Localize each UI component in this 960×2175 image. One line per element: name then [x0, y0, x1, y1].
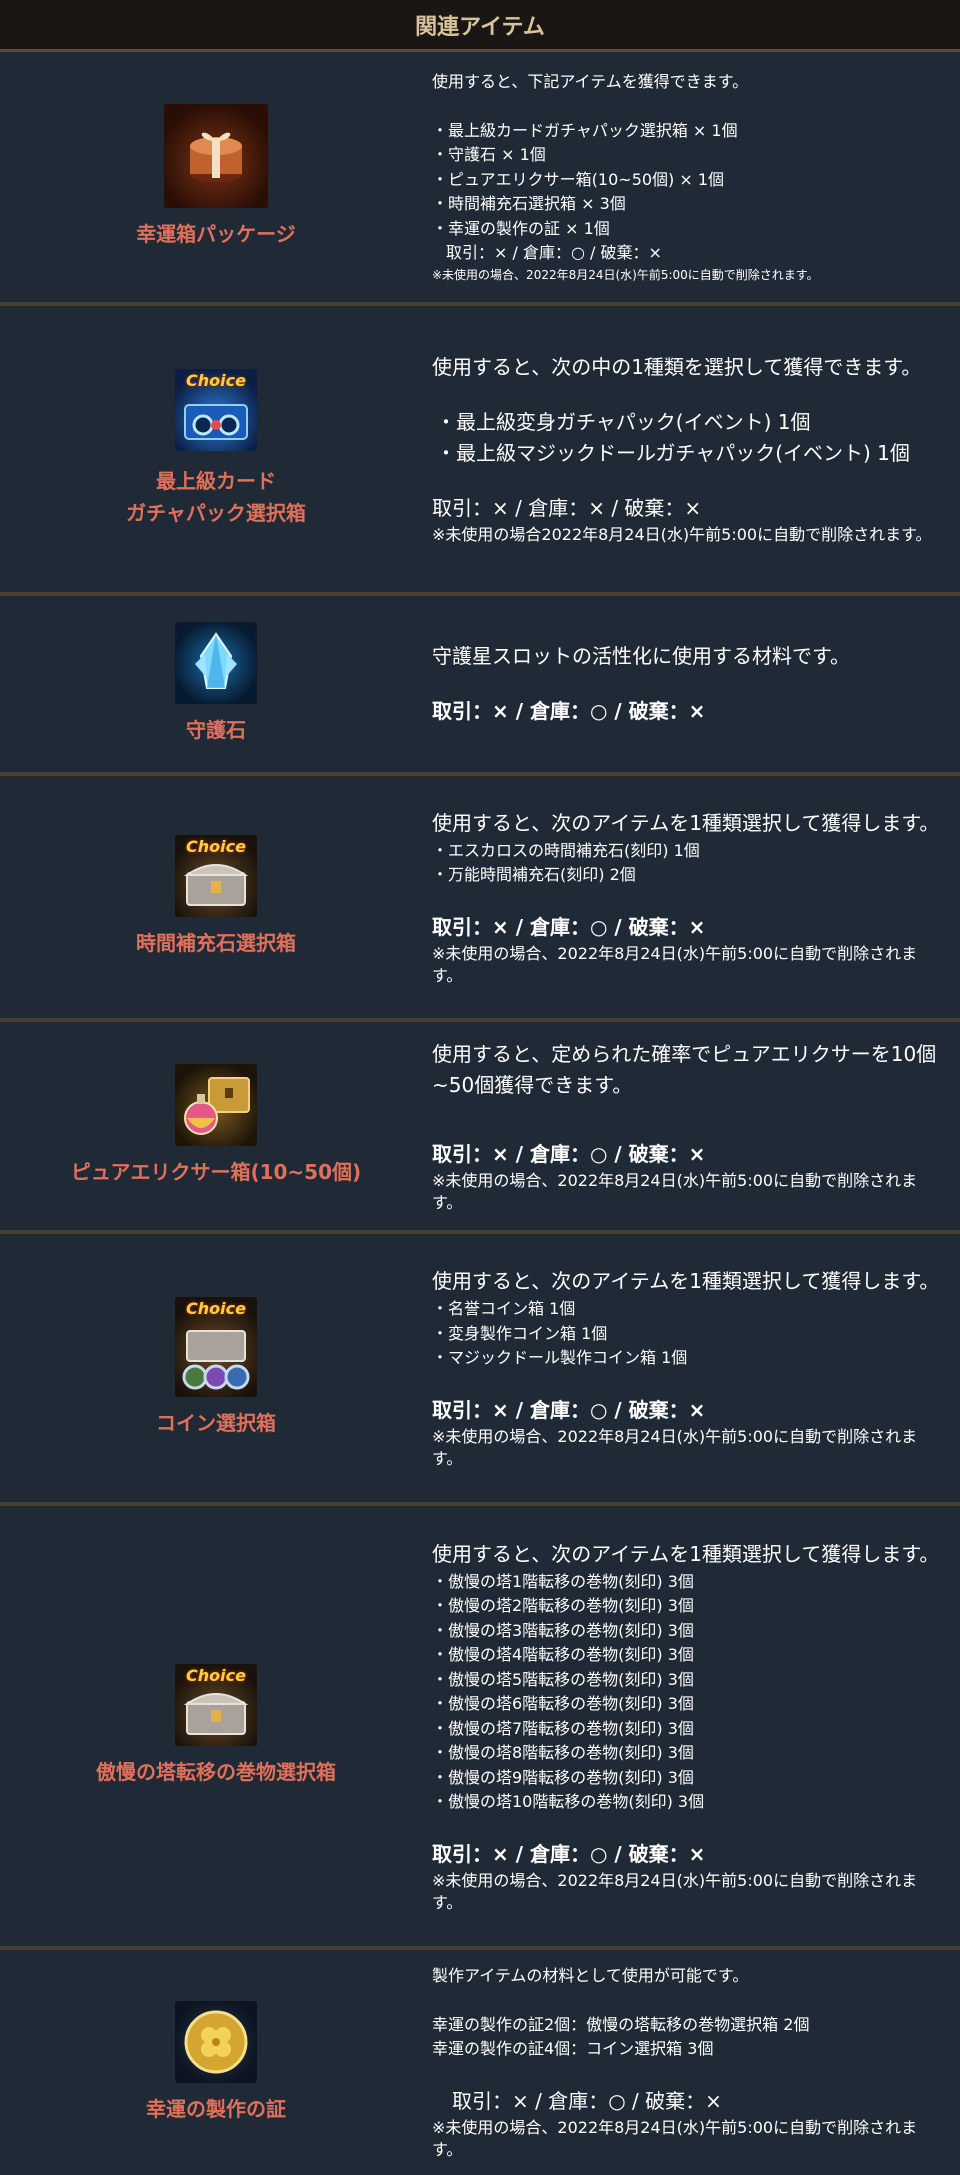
- item-line: ・傲慢の塔7階転移の巻物(刻印) 3個: [432, 1718, 694, 1738]
- item-intro: 使用すると、次のアイテムを1種類選択して獲得します。: [432, 810, 940, 835]
- trade-info: 取引：× / 倉庫：○ / 破棄：×: [446, 243, 662, 263]
- coin-chest-icon: Choice: [175, 1297, 257, 1397]
- choice-label: Choice: [186, 837, 246, 856]
- item-name: 最上級カード ガチャパック選択箱: [126, 465, 306, 529]
- item-line: ・名誉コイン箱 1個: [432, 1299, 576, 1319]
- trade-info: 取引：× / 倉庫：○ / 破棄：×: [432, 1397, 706, 1422]
- item-intro: 使用すると、次のアイテムを1種類選択して獲得します。: [432, 1269, 940, 1294]
- item-line: ・傲慢の塔10階転移の巻物(刻印) 3個: [432, 1792, 705, 1811]
- item-line: ・ピュアエリクサー箱(10~50個) × 1個: [432, 169, 725, 189]
- item-name: ピュアエリクサー箱(10~50個): [70, 1160, 362, 1184]
- item-name: 幸運の製作の証: [146, 2096, 286, 2121]
- trade-info: 取引：× / 倉庫：○ / 破棄：×: [432, 1141, 706, 1166]
- scroll-chest-icon: Choice: [175, 1664, 257, 1746]
- expiry-note: ※未使用の場合、2022年8月24日(水)午前5:00に自動で削除されます。: [432, 1170, 918, 1212]
- item-intro: 製作アイテムの材料として使用が可能です。: [432, 1966, 749, 1986]
- item-description: 使用すると、次のアイテムを1種類選択して獲得します。 ・傲慢の塔1階転移の巻物(…: [432, 1506, 960, 1946]
- item-line: ・傲慢の塔3階転移の巻物(刻印) 3個: [432, 1620, 694, 1640]
- item-row-coin-chest: Choice コイン選択箱 使用すると、次のアイテムを1種類選択して獲得します。…: [0, 1234, 960, 1506]
- expiry-note: ※未使用の場合、2022年8月24日(水)午前5:00に自動で削除されます。: [432, 1426, 918, 1468]
- trade-info: 取引：× / 倉庫：○ / 破棄：×: [432, 699, 706, 723]
- item-name: 守護石: [186, 718, 246, 742]
- expiry-note: ※未使用の場合、2022年8月24日(水)午前5:00に自動で削除されます。: [432, 2117, 918, 2159]
- item-name-line1: 最上級カード: [156, 469, 276, 493]
- item-line: ・傲慢の塔8階転移の巻物(刻印) 3個: [432, 1743, 694, 1762]
- item-line: 幸運の製作の証4個：コイン選択箱 3個: [432, 2039, 714, 2059]
- item-cell-left: Choice コイン選択箱: [0, 1234, 432, 1502]
- expiry-note: ※未使用の場合、2022年8月24日(水)午前5:00に自動で削除されます。: [432, 1870, 918, 1912]
- item-line: 幸運の製作の証2個：傲慢の塔転移の巻物選択箱 2個: [432, 2014, 810, 2034]
- item-line: ・最上級カードガチャパック選択箱 × 1個: [432, 120, 738, 140]
- item-cell-left: Choice 時間補充石選択箱: [0, 776, 432, 1018]
- trade-info: 取引：× / 倉庫：× / 破棄：×: [432, 496, 702, 520]
- item-line: ・マジックドール製作コイン箱 1個: [432, 1348, 688, 1368]
- item-description: 製作アイテムの材料として使用が可能です。 幸運の製作の証2個：傲慢の塔転移の巻物…: [432, 1950, 960, 2175]
- clover-coin-icon: [175, 2000, 257, 2083]
- item-line: ・守護石 × 1個: [432, 145, 546, 165]
- expiry-note: ※未使用の場合、2022年8月24日(水)午前5:00に自動で削除されます。: [432, 267, 819, 282]
- item-name: 傲慢の塔転移の巻物選択箱: [96, 1760, 336, 1784]
- time-stone-chest-icon: Choice: [175, 835, 257, 917]
- expiry-note: ※未使用の場合2022年8月24日(水)午前5:00に自動で削除されます。: [432, 525, 932, 544]
- expiry-note: ※未使用の場合、2022年8月24日(水)午前5:00に自動で削除されます。: [432, 943, 918, 985]
- item-line: ・万能時間補充石(刻印) 2個: [432, 865, 636, 884]
- item-intro: 使用すると、次のアイテムを1種類選択して獲得します。: [432, 1541, 940, 1566]
- item-name-line2: ガチャパック選択箱: [126, 501, 306, 525]
- gift-box-icon: [164, 104, 268, 208]
- trade-info: 取引：× / 倉庫：○ / 破棄：×: [452, 2088, 722, 2113]
- choice-label: Choice: [186, 1666, 246, 1685]
- item-line: ・傲慢の塔2階転移の巻物(刻印) 3個: [432, 1596, 694, 1615]
- item-cell-left: Choice 傲慢の塔転移の巻物選択箱: [0, 1506, 432, 1946]
- item-line: ・傲慢の塔9階転移の巻物(刻印) 3個: [432, 1767, 694, 1787]
- item-line: ・傲慢の塔1階転移の巻物(刻印) 3個: [432, 1571, 694, 1591]
- elixir-chest-icon: [175, 1064, 257, 1146]
- item-line: ・エスカロスの時間補充石(刻印) 1個: [432, 840, 700, 860]
- item-intro: 守護星スロットの活性化に使用する材料です。: [432, 644, 850, 668]
- item-description: 使用すると、定められた確率でピュアエリクサーを10個~50個獲得できます。 取引…: [432, 1022, 960, 1230]
- item-cell-left: Choice 最上級カード ガチャパック選択箱: [0, 306, 432, 592]
- item-row-guardian-stone: 守護石 守護星スロットの活性化に使用する材料です。 取引：× / 倉庫：○ / …: [0, 596, 960, 776]
- item-intro: 使用すると、定められた確率でピュアエリクサーを10個~50個獲得できます。: [432, 1041, 937, 1097]
- item-description: 使用すると、下記アイテムを獲得できます。 ・最上級カードガチャパック選択箱 × …: [432, 52, 960, 302]
- item-intro: 使用すると、次の中の1種類を選択して獲得できます。: [432, 355, 922, 379]
- choice-label: Choice: [186, 371, 246, 390]
- trade-info: 取引：× / 倉庫：○ / 破棄：×: [432, 914, 706, 939]
- item-line: ・変身製作コイン箱 1個: [432, 1323, 608, 1343]
- section-title: 関連アイテム: [415, 14, 545, 40]
- blue-crystal-icon: [175, 622, 257, 704]
- item-line: ・最上級マジックドールガチャパック(イベント) 1個: [436, 441, 910, 465]
- item-intro: 使用すると、下記アイテムを獲得できます。: [432, 72, 749, 92]
- item-description: 使用すると、次のアイテムを1種類選択して獲得します。 ・エスカロスの時間補充石(…: [432, 776, 960, 1018]
- item-row-lucky-box-package: 幸運箱パッケージ 使用すると、下記アイテムを獲得できます。 ・最上級カードガチャ…: [0, 52, 960, 306]
- section-header: 関連アイテム: [0, 0, 960, 52]
- item-cell-left: 幸運の製作の証: [0, 1950, 432, 2175]
- item-row-pure-elixir-box: ピュアエリクサー箱(10~50個) 使用すると、定められた確率でピュアエリクサー…: [0, 1022, 960, 1234]
- item-line: ・最上級変身ガチャパック(イベント) 1個: [436, 410, 811, 434]
- item-line: ・傲慢の塔6階転移の巻物(刻印) 3個: [432, 1694, 694, 1713]
- item-row-lucky-crafting-proof: 幸運の製作の証 製作アイテムの材料として使用が可能です。 幸運の製作の証2個：傲…: [0, 1950, 960, 2175]
- item-name: 時間補充石選択箱: [136, 931, 296, 955]
- trade-info: 取引：× / 倉庫：○ / 破棄：×: [432, 1841, 706, 1866]
- card-pack-choice-icon: Choice: [175, 369, 257, 451]
- item-row-card-pack-choice: Choice 最上級カード ガチャパック選択箱 使用すると、次の中の1種類を選択…: [0, 306, 960, 596]
- item-cell-left: 守護石: [0, 596, 432, 772]
- item-line: ・傲慢の塔5階転移の巻物(刻印) 3個: [432, 1669, 694, 1689]
- item-line: ・傲慢の塔4階転移の巻物(刻印) 3個: [432, 1645, 694, 1664]
- item-cell-left: ピュアエリクサー箱(10~50個): [0, 1022, 432, 1230]
- item-description: 使用すると、次の中の1種類を選択して獲得できます。 ・最上級変身ガチャパック(イ…: [432, 306, 960, 592]
- item-row-time-stone-chest: Choice 時間補充石選択箱 使用すると、次のアイテムを1種類選択して獲得しま…: [0, 776, 960, 1022]
- item-line: ・時間補充石選択箱 × 3個: [432, 194, 626, 214]
- item-name: 幸運箱パッケージ: [136, 222, 296, 246]
- item-line: ・幸運の製作の証 × 1個: [432, 218, 610, 238]
- item-description: 守護星スロットの活性化に使用する材料です。 取引：× / 倉庫：○ / 破棄：×: [432, 596, 960, 772]
- item-row-tower-scroll-chest: Choice 傲慢の塔転移の巻物選択箱 使用すると、次のアイテムを1種類選択して…: [0, 1506, 960, 1950]
- item-description: 使用すると、次のアイテムを1種類選択して獲得します。 ・名誉コイン箱 1個 ・変…: [432, 1234, 960, 1502]
- item-name: コイン選択箱: [156, 1411, 276, 1435]
- item-cell-left: 幸運箱パッケージ: [0, 52, 432, 302]
- choice-label: Choice: [186, 1299, 246, 1318]
